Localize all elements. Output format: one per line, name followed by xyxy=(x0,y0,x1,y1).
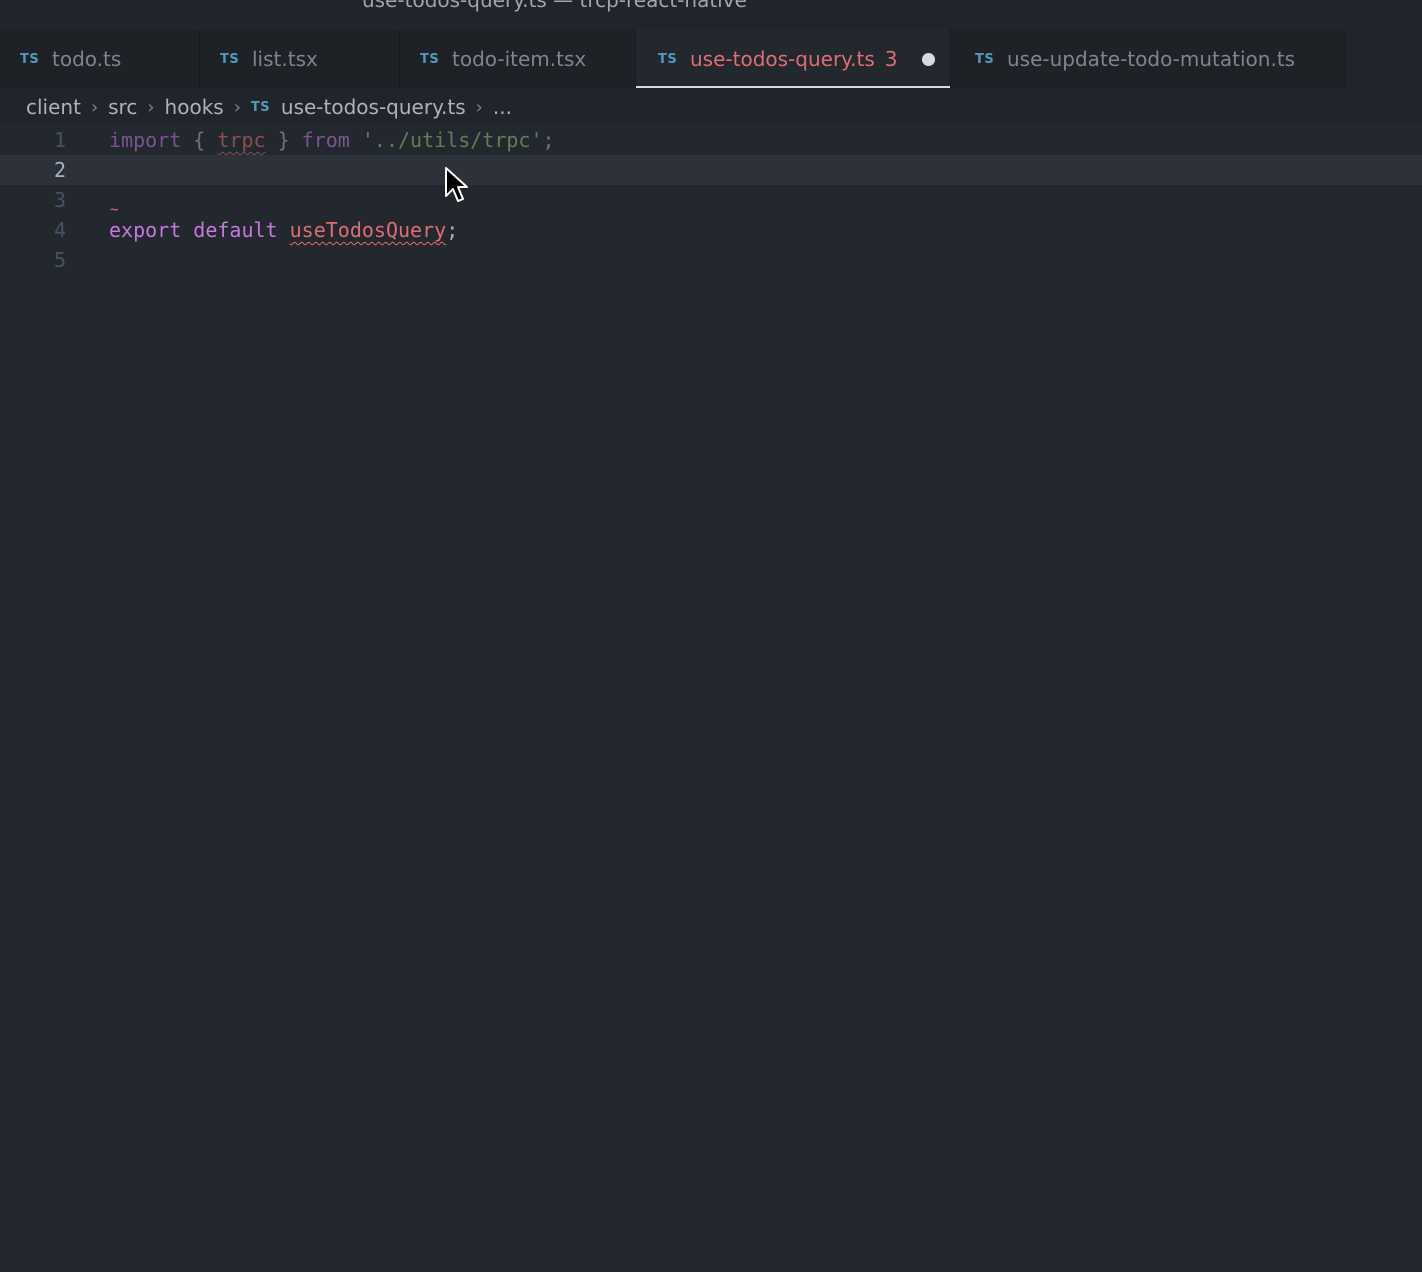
breadcrumb-item-src[interactable]: src xyxy=(108,95,137,119)
line-code: export default useTodosQuery; xyxy=(109,215,458,245)
chevron-right-icon: › xyxy=(147,96,155,118)
breadcrumb-item-hooks[interactable]: hooks xyxy=(165,95,224,119)
window-title: use-todos-query.ts — trcp-react-native xyxy=(362,0,747,12)
tab-bar: TS todo.ts TS list.tsx TS todo-item.tsx … xyxy=(0,30,1422,88)
unsaved-dot-icon[interactable] xyxy=(921,52,935,66)
tab-use-todos-query-ts[interactable]: TS use-todos-query.ts 3 xyxy=(636,30,951,88)
token-punctuation: ; xyxy=(446,218,459,242)
tab-use-update-todo-mutation-ts[interactable]: TS use-update-todo-mutation.ts xyxy=(951,30,1346,88)
token-punctuation: } xyxy=(265,128,302,152)
tab-list-tsx[interactable]: TS list.tsx xyxy=(200,30,400,88)
tab-label: use-update-todo-mutation.ts xyxy=(1007,47,1296,71)
line-number: 3 xyxy=(53,188,66,212)
line-code: import { trpc } from '../utils/trpc'; xyxy=(109,125,555,155)
typescript-icon: TS xyxy=(220,51,240,67)
code-line-2[interactable]: 2 xyxy=(0,155,1422,185)
chevron-right-icon: › xyxy=(233,96,241,118)
code-line-4[interactable]: 4 export default useTodosQuery; xyxy=(0,215,1422,245)
typescript-icon: TS xyxy=(420,51,440,67)
breadcrumb-item-symbols[interactable]: ... xyxy=(493,95,512,119)
line-number: 2 xyxy=(53,158,66,182)
code-line-5[interactable]: 5 xyxy=(0,245,1422,275)
vscode-window: use-todos-query.ts — trcp-react-native T… xyxy=(0,0,1422,1272)
breadcrumb: client › src › hooks › TS use-todos-quer… xyxy=(26,92,512,122)
tab-todo-ts[interactable]: TS todo.ts xyxy=(0,30,200,88)
token-punctuation: { xyxy=(181,128,218,152)
breadcrumb-item-file[interactable]: use-todos-query.ts xyxy=(281,95,466,119)
tab-todo-item-tsx[interactable]: TS todo-item.tsx xyxy=(400,30,636,88)
typescript-icon: TS xyxy=(250,99,271,115)
token-keyword: from xyxy=(301,128,350,152)
line-number: 1 xyxy=(53,128,66,152)
tab-label: use-todos-query.ts xyxy=(690,47,875,71)
token-punctuation: ; xyxy=(542,128,555,152)
tab-label: todo.ts xyxy=(52,47,122,71)
typescript-icon: TS xyxy=(975,51,995,67)
code-editor[interactable]: 1 import { trpc } from '../utils/trpc'; … xyxy=(0,124,1422,1272)
token-string: '../utils/trpc' xyxy=(361,128,543,152)
line-number: 4 xyxy=(53,218,66,242)
code-line-3[interactable]: 3 xyxy=(0,185,1422,215)
token-identifier-error: useTodosQuery xyxy=(289,218,447,242)
tab-label: todo-item.tsx xyxy=(452,47,587,71)
typescript-icon: TS xyxy=(658,51,678,67)
typescript-icon: TS xyxy=(20,51,40,67)
breadcrumb-item-client[interactable]: client xyxy=(26,95,81,119)
tab-label: list.tsx xyxy=(252,47,318,71)
token-keyword: export xyxy=(109,218,182,242)
chevron-right-icon: › xyxy=(475,96,483,118)
token-identifier-error: trpc xyxy=(217,128,266,152)
mouse-pointer-icon xyxy=(445,167,468,202)
line-number: 5 xyxy=(53,248,66,272)
title-bar: use-todos-query.ts — trcp-react-native xyxy=(0,0,1422,30)
token-keyword: import xyxy=(109,128,182,152)
token-keyword: default xyxy=(193,218,278,242)
code-line-1[interactable]: 1 import { trpc } from '../utils/trpc'; xyxy=(0,125,1422,155)
problems-count-badge: 3 xyxy=(884,47,898,71)
chevron-right-icon: › xyxy=(90,96,99,118)
